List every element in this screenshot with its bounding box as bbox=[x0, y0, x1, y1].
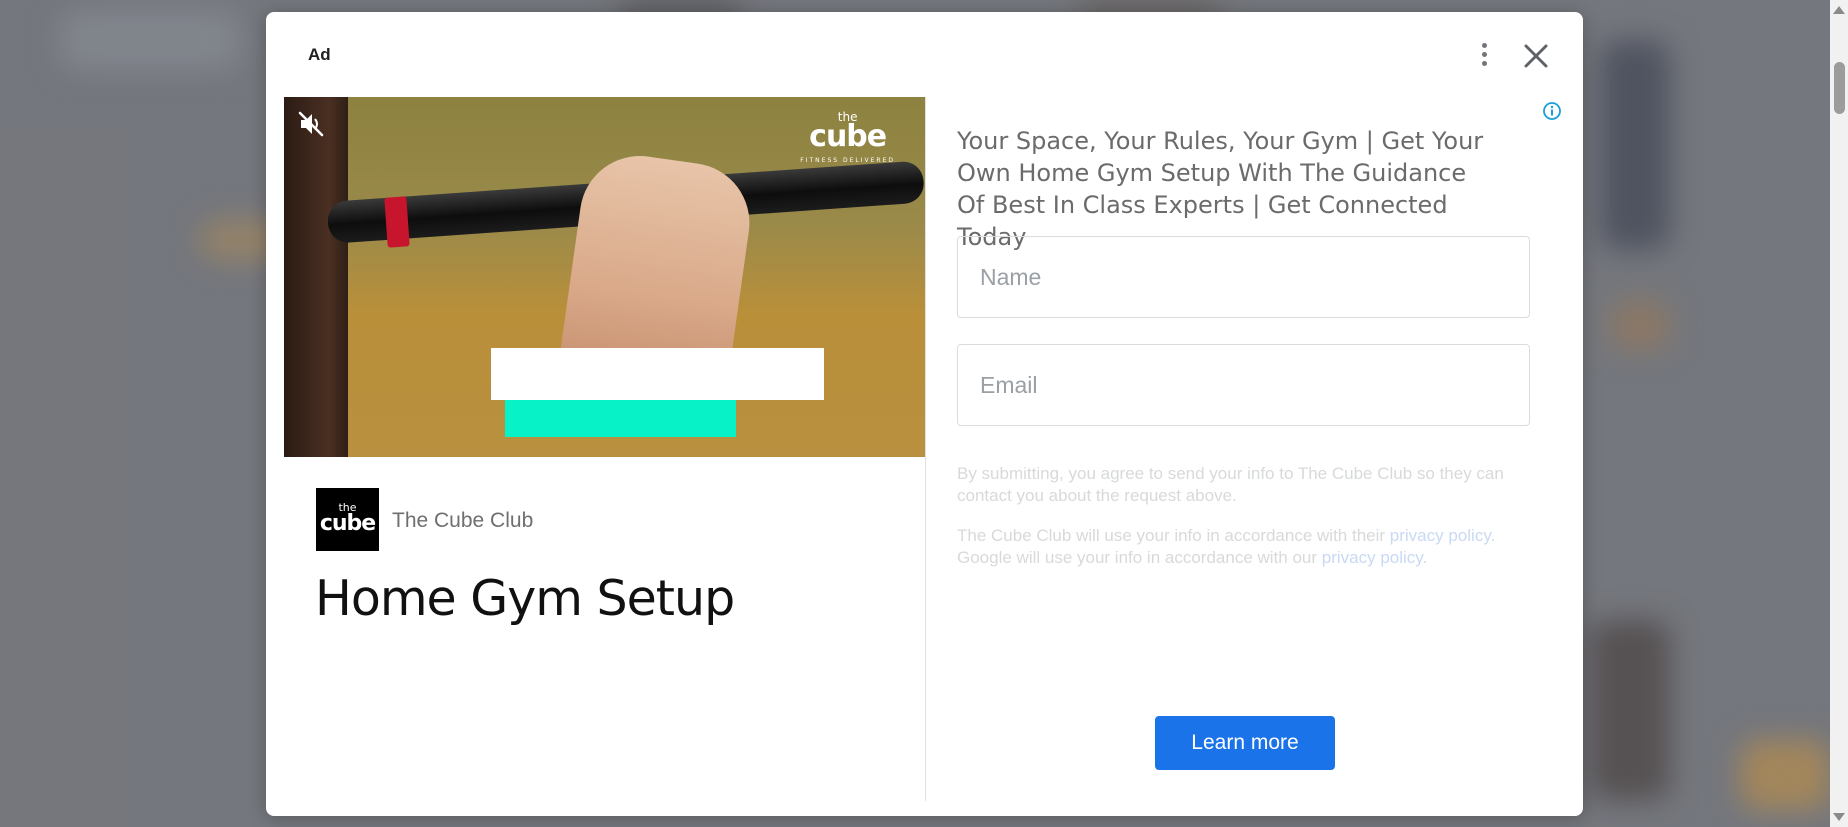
privacy-text: The Cube Club will use your info in acco… bbox=[957, 526, 1496, 567]
email-field[interactable] bbox=[957, 344, 1530, 426]
scrollbar-thumb[interactable] bbox=[1834, 62, 1845, 114]
ad-label: Ad bbox=[308, 45, 331, 64]
ad-headline[interactable]: Home Gym Setup bbox=[315, 570, 735, 627]
ad-description: Your Space, Your Rules, Your Gym | Get Y… bbox=[957, 127, 1484, 251]
more-vert-icon bbox=[1481, 43, 1487, 48]
scroll-down-icon[interactable] bbox=[1833, 813, 1845, 821]
video-caption-box bbox=[491, 348, 824, 400]
google-privacy-link[interactable]: privacy policy bbox=[1322, 548, 1423, 567]
email-input[interactable] bbox=[958, 345, 1529, 425]
video-accent-box bbox=[505, 400, 736, 437]
video-brand-logo: the cube FITNESS DELIVERED bbox=[800, 110, 895, 164]
volume-off-icon bbox=[298, 111, 324, 137]
close-icon bbox=[1524, 44, 1548, 68]
advertiser-privacy-link[interactable]: privacy policy bbox=[1390, 526, 1491, 545]
consent-text: By submitting, you agree to send your in… bbox=[957, 464, 1504, 505]
advertiser-name[interactable]: The Cube Club bbox=[392, 509, 533, 533]
column-divider bbox=[925, 97, 926, 801]
info-icon bbox=[1543, 102, 1561, 120]
ad-dialog: Ad the cube FITNESS DELIVERED the cube T… bbox=[266, 12, 1583, 816]
scroll-up-icon[interactable] bbox=[1833, 6, 1845, 14]
close-button[interactable] bbox=[1520, 40, 1552, 72]
ad-video[interactable]: the cube FITNESS DELIVERED bbox=[284, 97, 925, 457]
name-field[interactable] bbox=[957, 236, 1530, 318]
more-options-button[interactable] bbox=[1474, 40, 1494, 72]
learn-more-button[interactable]: Learn more bbox=[1155, 716, 1335, 770]
info-button[interactable] bbox=[1542, 101, 1562, 121]
advertiser-logo[interactable]: the cube bbox=[316, 488, 379, 551]
name-input[interactable] bbox=[958, 237, 1529, 317]
mute-button[interactable] bbox=[297, 110, 325, 138]
page-scrollbar[interactable] bbox=[1830, 0, 1848, 827]
